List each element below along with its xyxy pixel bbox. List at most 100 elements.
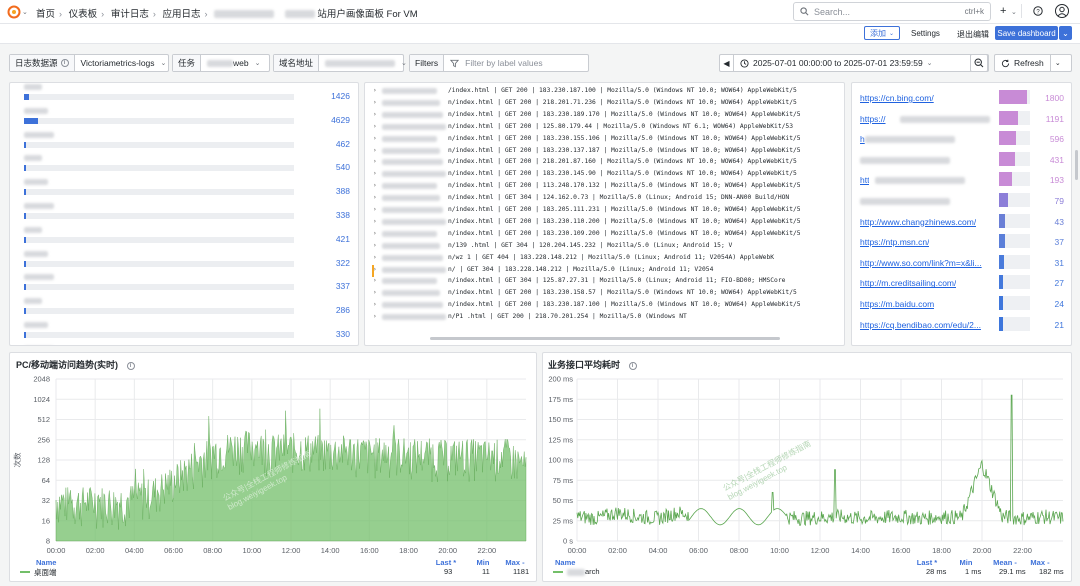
legend-header[interactable]: Min <box>960 558 973 567</box>
referer-url[interactable]: https://m.baidu.com <box>860 299 934 309</box>
chevron-right-icon[interactable]: › <box>373 180 381 192</box>
chevron-right-icon[interactable]: › <box>373 97 381 109</box>
referer-url[interactable]: https://cq.bendibao.com/edu/2... <box>860 320 981 330</box>
referer-item[interactable]: h 596 <box>852 130 1071 151</box>
task-select[interactable]: web ⌄ <box>201 55 266 71</box>
log-line[interactable]: › n/index.html | GET 200 | 183.230.137.18… <box>373 145 844 157</box>
list-item[interactable]: 4629 <box>10 107 358 136</box>
search-box[interactable]: ctrl+k <box>793 2 991 21</box>
log-line[interactable]: › n/index.html | GET 200 | 183.205.111.23… <box>373 204 844 216</box>
referer-url[interactable]: https://cn.bing.com/ <box>860 93 934 103</box>
settings-button[interactable]: Settings <box>911 29 940 38</box>
log-line[interactable]: › n/index.html | GET 200 | 113.248.170.13… <box>373 180 844 192</box>
legend-header[interactable]: Last * <box>436 558 457 567</box>
legend-header[interactable]: Mean - <box>993 558 1017 567</box>
legend-header[interactable]: Max - <box>505 558 525 567</box>
referer-item[interactable]: https://cq.bendibao.com/edu/2... 21 <box>852 316 1071 337</box>
log-line[interactable]: › n/index.html | GET 200 | 218.201.71.236… <box>373 97 844 109</box>
list-item[interactable]: 330 <box>10 322 358 345</box>
legend-header[interactable]: Min <box>477 558 490 567</box>
log-line[interactable]: › n/index.html | GET 304 | 124.162.0.73 |… <box>373 192 844 204</box>
datasource-variable[interactable]: 日志数据源 i Victoriametrics-logs ⌄ <box>9 54 169 72</box>
chevron-right-icon[interactable]: › <box>373 204 381 216</box>
chevron-right-icon[interactable]: › <box>373 85 381 97</box>
exit-edit-button[interactable]: 退出编辑 <box>957 29 989 40</box>
chevron-right-icon[interactable]: › <box>373 216 381 228</box>
referer-url[interactable]: http://www.so.com/link?m=x&li... <box>860 258 982 268</box>
log-line[interactable]: › n/index.html | GET 200 | 183.230.187.10… <box>373 299 844 311</box>
log-line[interactable]: › n/wz 1 | GET 404 | 183.228.148.212 | Mo… <box>373 252 844 264</box>
log-line[interactable]: › n/index.html | GET 200 | 183.230.109.20… <box>373 228 844 240</box>
referer-url[interactable]: http://m.creditsailing.com/ <box>860 278 956 288</box>
referer-url[interactable]: https://ntp.msn.cn/ <box>860 237 929 247</box>
log-line[interactable]: › n/P1 .html | GET 200 | 218.70.201.254 |… <box>373 311 844 323</box>
referer-item[interactable]: https:// 1191 <box>852 110 1071 131</box>
chevron-right-icon[interactable]: › <box>373 252 381 264</box>
referer-item[interactable]: http://www.so.com/link?m=x&li... 31 <box>852 254 1071 275</box>
breadcrumb-home[interactable]: 首页 <box>36 9 55 20</box>
list-item[interactable]: 322 <box>10 250 358 279</box>
plus-icon[interactable]: + <box>1000 5 1006 17</box>
legend-header[interactable]: Name <box>36 558 56 567</box>
referer-item[interactable]: htt 193 <box>852 171 1071 192</box>
legend-series-name[interactable]: arch <box>585 567 600 576</box>
log-line[interactable]: › /index.html | GET 200 | 183.230.187.100… <box>373 85 844 97</box>
list-item[interactable]: 388 <box>10 179 358 207</box>
legend-header[interactable]: Last * <box>917 558 938 567</box>
chevron-right-icon[interactable]: › <box>373 287 381 299</box>
legend-header[interactable]: Name <box>555 558 575 567</box>
save-dashboard-button[interactable]: Save dashboard <box>995 26 1058 40</box>
list-item[interactable]: 338 <box>10 203 358 231</box>
list-item[interactable]: 421 <box>10 226 358 255</box>
referer-url[interactable]: htt <box>860 175 869 185</box>
legend-header[interactable]: Max - <box>1030 558 1050 567</box>
log-line[interactable]: › n/index.html | GET 200 | 125.80.179.44 … <box>373 121 844 133</box>
grafana-logo-icon[interactable] <box>7 5 21 21</box>
chevron-right-icon[interactable]: › <box>373 228 381 240</box>
log-line[interactable]: › n/index.html | GET 200 | 183.230.145.90… <box>373 168 844 180</box>
chevron-down-icon[interactable]: ⌄ <box>22 8 28 16</box>
zoom-out-button[interactable] <box>970 54 988 72</box>
referer-item[interactable]: http://www.changzhinews.com/43 <box>852 213 1071 234</box>
filters-input[interactable]: Filter by label values <box>444 55 548 71</box>
list-item[interactable]: 1426 <box>10 84 358 112</box>
domain-select[interactable]: ⌄ <box>319 55 413 71</box>
chevron-right-icon[interactable]: › <box>373 240 381 252</box>
domain-variable[interactable]: 域名地址 ⌄ <box>273 54 407 72</box>
referer-item[interactable]: https://cn.bing.com/1800 <box>852 89 1071 110</box>
referer-item[interactable]: https://ntp.msn.cn/37 <box>852 233 1071 254</box>
log-line[interactable]: › n/ | GET 304 | 183.228.148.212 | Mozill… <box>373 264 844 276</box>
log-line[interactable]: › n/index.html | GET 304 | 125.87.27.31 |… <box>373 275 844 287</box>
chevron-right-icon[interactable]: › <box>373 145 381 157</box>
horizontal-scrollbar[interactable] <box>430 337 780 340</box>
log-line[interactable]: › n/index.html | GET 200 | 183.230.189.17… <box>373 109 844 121</box>
log-line[interactable]: › n/index.html | GET 200 | 183.230.158.57… <box>373 287 844 299</box>
chevron-right-icon[interactable]: › <box>373 299 381 311</box>
referer-item[interactable]: https://m.baidu.com 24 <box>852 295 1071 316</box>
list-item[interactable]: 540 <box>10 155 358 183</box>
log-line[interactable]: › n/index.html | GET 200 | 183.230.110.20… <box>373 216 844 228</box>
chevron-right-icon[interactable]: › <box>373 121 381 133</box>
log-line[interactable]: › n/139 .html | GET 304 | 120.204.145.232… <box>373 240 844 252</box>
chevron-down-icon[interactable]: ⌄ <box>1051 59 1065 67</box>
task-variable[interactable]: 任务 web ⌄ <box>172 54 270 72</box>
chevron-right-icon[interactable]: › <box>373 168 381 180</box>
datasource-select[interactable]: Victoriametrics-logs ⌄ <box>75 55 173 71</box>
breadcrumb-dashboards[interactable]: 仪表板 <box>69 9 98 20</box>
help-icon[interactable]: ? <box>1033 6 1043 18</box>
breadcrumb-audit[interactable]: 审计日志 <box>111 9 149 20</box>
add-button[interactable]: 添加 ⌄ <box>864 26 901 40</box>
chevron-right-icon[interactable]: › <box>373 275 381 287</box>
chevron-right-icon[interactable]: › <box>373 264 381 276</box>
info-icon[interactable]: i <box>628 361 637 370</box>
legend-series-name[interactable]: 桌面端 <box>34 567 57 578</box>
list-item[interactable]: 286 <box>10 298 358 326</box>
info-icon[interactable]: i <box>126 361 135 370</box>
breadcrumb-applog[interactable]: 应用日志 <box>162 9 200 20</box>
log-line[interactable]: › n/index.html | GET 200 | 183.230.155.10… <box>373 133 844 145</box>
avatar[interactable] <box>1055 4 1069 20</box>
referer-item[interactable]: http://m.creditsailing.com/27 <box>852 274 1071 295</box>
page-scrollbar[interactable] <box>1075 150 1078 180</box>
chevron-right-icon[interactable]: › <box>373 192 381 204</box>
search-input[interactable] <box>814 6 960 17</box>
